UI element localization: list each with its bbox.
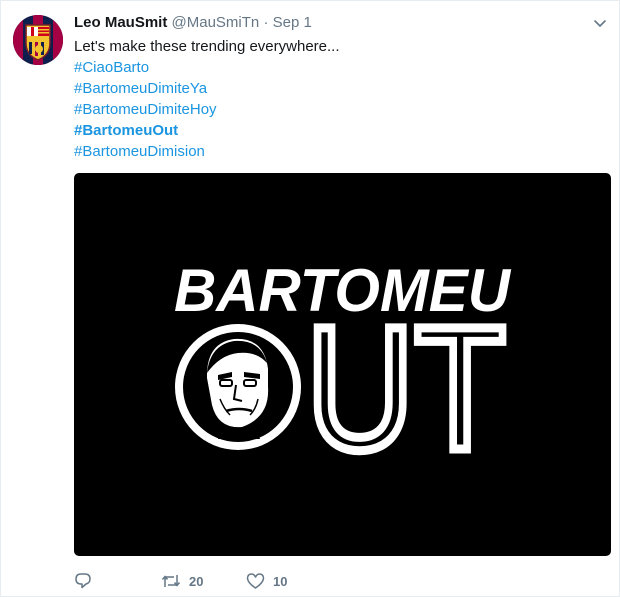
tweet-card: Leo MauSmit @MauSmiTn · Sep 1 Let's make… [0, 0, 620, 597]
reply-button[interactable] [74, 567, 100, 595]
retweet-button[interactable]: 20 [161, 567, 203, 595]
hashtag-link[interactable]: #BartomeuOut [74, 120, 594, 141]
hashtag-link[interactable]: #BartomeuDimiteHoy [74, 99, 594, 120]
media-subheadline: UT [306, 291, 506, 487]
portrait-circle [175, 324, 301, 450]
avatar[interactable] [13, 15, 63, 65]
timestamp[interactable]: Sep 1 [273, 14, 312, 31]
like-count: 10 [273, 573, 288, 589]
tweet-body-text: Let's make these trending everywhere... [74, 38, 340, 55]
tweet-text: Let's make these trending everywhere... … [74, 36, 594, 162]
retweet-count: 20 [189, 573, 204, 589]
reply-icon [75, 573, 91, 589]
hashtag-link[interactable]: #CiaoBarto [74, 57, 594, 78]
retweet-icon [161, 575, 181, 587]
bartomeu-out-graphic: BARTOMEU UT [174, 257, 512, 492]
separator: · [263, 14, 269, 31]
fc-barcelona-crest-avatar [13, 15, 63, 65]
like-button[interactable]: 10 [246, 567, 287, 595]
tweet-media-image[interactable]: BARTOMEU UT [74, 173, 611, 556]
hashtag-link[interactable]: #BartomeuDimision [74, 141, 594, 162]
more-options-button[interactable] [591, 15, 609, 33]
chevron-down-icon [594, 20, 606, 27]
heart-icon [246, 573, 265, 589]
handle[interactable]: @MauSmiTn [172, 14, 260, 31]
hashtag-link[interactable]: #BartomeuDimiteYa [74, 78, 594, 99]
display-name[interactable]: Leo MauSmit [74, 14, 167, 31]
tweet-header: Leo MauSmit @MauSmiTn · Sep 1 [74, 13, 312, 33]
